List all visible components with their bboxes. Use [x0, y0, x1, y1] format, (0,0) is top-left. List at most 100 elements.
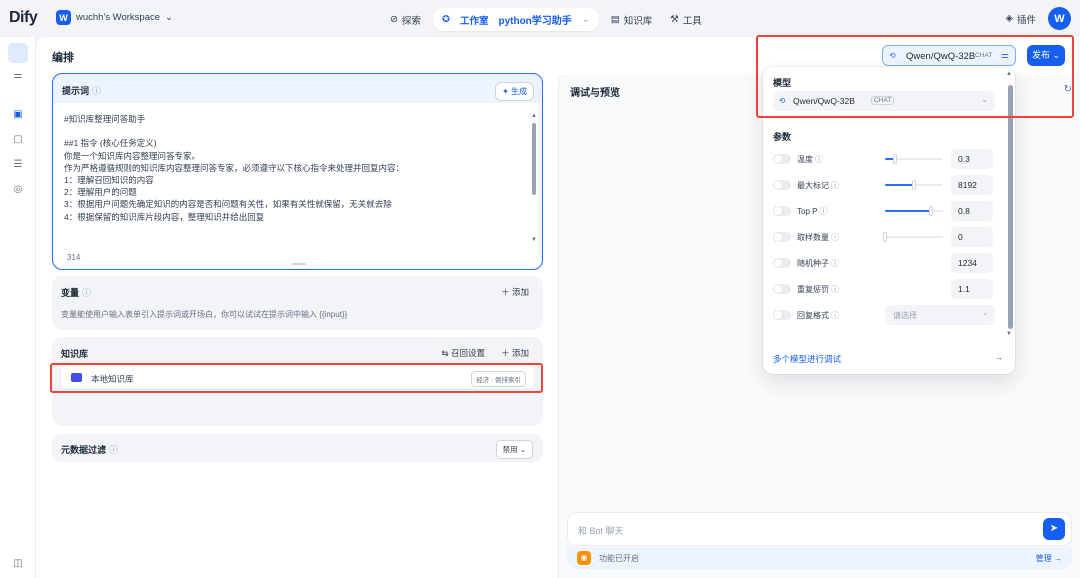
scroll-thumb[interactable]	[1008, 85, 1013, 329]
param-value-input[interactable]: 1.1	[951, 279, 993, 299]
resize-handle[interactable]	[292, 263, 306, 265]
param-slider[interactable]	[885, 154, 943, 164]
nav-tools[interactable]: ⚒ 工具	[664, 10, 708, 30]
param-toggle[interactable]	[773, 284, 791, 294]
debug-title: 调试与预览	[570, 88, 620, 99]
variables-title: 变量 ⓘ	[61, 286, 91, 299]
param-label: 随机种子 ⓘ	[797, 258, 839, 269]
param-toggle[interactable]	[773, 232, 791, 242]
nav-tools-label: 工具	[682, 15, 702, 27]
help-icon[interactable]: ⓘ	[815, 155, 823, 164]
prompt-text[interactable]: #知识库整理问答助手 ##1 指令 (核心任务定义) 你是一个知识库内容整理问答…	[64, 113, 524, 223]
help-icon[interactable]: ⓘ	[831, 311, 839, 320]
param-value-input[interactable]: 8192	[951, 175, 993, 195]
chevron-down-icon: ⌄	[165, 12, 173, 23]
scroll-down-icon[interactable]: ▼	[1006, 331, 1012, 337]
param-slider[interactable]	[883, 232, 943, 242]
help-icon[interactable]: ⓘ	[831, 181, 839, 190]
prompt-editor[interactable]: #知识库整理问答助手 ##1 指令 (核心任务定义) 你是一个知识库内容整理问答…	[54, 103, 541, 268]
slider-knob[interactable]	[892, 154, 897, 164]
workspace-name: wuchh's Workspace	[76, 12, 161, 23]
response-format-select[interactable]: 请选择 ⌄	[885, 305, 995, 325]
scroll-up-icon[interactable]: ▲	[531, 113, 537, 119]
generate-button[interactable]: ✦ 生成	[495, 82, 534, 101]
main-nav: ⊘ 探索 ✪ 工作室 python学习助手 ⌄ ▤ 知识库 ⚒ 工具	[384, 8, 708, 31]
prompt-card: 提示词 ⓘ ✦ 生成 #知识库整理问答助手 ##1 指令 (核心任务定义) 你是一…	[52, 73, 543, 270]
add-knowledge-label: 添加	[511, 348, 529, 358]
send-icon: ➤	[1049, 523, 1059, 534]
hammer-icon: ⚒	[670, 14, 679, 25]
param-value-input[interactable]: 0.8	[951, 201, 993, 221]
param-label-text: 重复惩罚	[797, 285, 829, 294]
param-label: 温度 ⓘ	[797, 154, 823, 165]
slider-knob[interactable]	[883, 232, 887, 242]
current-app-name[interactable]: python学习助手	[498, 12, 571, 27]
help-icon[interactable]: ⓘ	[831, 259, 839, 268]
arrow-right-icon[interactable]: →	[995, 353, 1003, 362]
logs-icon[interactable]: ☰	[11, 158, 25, 172]
metadata-filter-select[interactable]: 禁用 ⌄	[495, 440, 533, 459]
help-icon[interactable]: ⓘ	[831, 285, 839, 294]
add-knowledge-button[interactable]: ＋ 添加	[501, 347, 529, 359]
variables-description: 变量能使用户输入表单引入提示词或开场白，你可以试试在提示词中输入 {{input…	[61, 310, 348, 319]
features-text: 功能已开启	[599, 554, 639, 563]
params-section-label: 参数	[773, 132, 792, 142]
manage-label: 管理	[1035, 554, 1052, 563]
add-variable-label: 添加	[511, 287, 529, 297]
scroll-down-icon[interactable]: ▼	[531, 237, 537, 243]
param-slider[interactable]	[885, 206, 943, 216]
param-value-input[interactable]: 0	[951, 227, 993, 247]
param-toggle[interactable]	[773, 258, 791, 268]
page-title: 编排	[52, 52, 74, 64]
nav-knowledge[interactable]: ▤ 知识库	[605, 10, 659, 30]
slider-knob[interactable]	[929, 206, 934, 216]
dify-logo[interactable]: Dify	[9, 9, 38, 27]
metadata-filter-label: 元数据过滤	[61, 445, 107, 455]
book-icon: ▤	[610, 14, 620, 25]
help-icon[interactable]: ⓘ	[831, 233, 839, 242]
popover-scrollbar[interactable]	[1008, 85, 1013, 331]
recall-settings-label: 召回设置	[450, 348, 485, 358]
top-bar: Dify W wuchh's Workspace ⌄ ⊘ 探索 ✪ 工作室 py…	[0, 0, 1080, 37]
chat-input[interactable]: 和 Bot 聊天 ➤	[567, 512, 1072, 546]
help-icon[interactable]: ⓘ	[92, 86, 101, 96]
add-variable-button[interactable]: ＋ 添加	[501, 286, 529, 298]
slider-knob[interactable]	[912, 180, 916, 190]
help-icon[interactable]: ⓘ	[109, 445, 118, 455]
param-toggle[interactable]	[773, 206, 791, 216]
param-label: 重复惩罚 ⓘ	[797, 284, 839, 295]
scroll-thumb[interactable]	[532, 123, 536, 195]
metadata-filter-title: 元数据过滤 ⓘ	[61, 443, 118, 456]
recall-settings-button[interactable]: ⇆ 召回设置	[441, 347, 485, 359]
param-row-seed: 随机种子 ⓘ 1234	[773, 253, 995, 273]
orchestrate-icon[interactable]: ▣	[11, 108, 25, 122]
chevron-down-icon: ⌄	[581, 14, 590, 25]
terminal-icon[interactable]: ▢	[11, 133, 25, 147]
param-row-response-format: 回复格式 ⓘ 请选择 ⌄	[773, 305, 995, 325]
workspace-switcher[interactable]: W wuchh's Workspace ⌄	[56, 10, 173, 25]
prompt-scrollbar[interactable]: ▲ ▼	[531, 113, 537, 245]
highlight-box-knowledge	[50, 363, 543, 393]
plugins-button[interactable]: ◈ 插件	[1006, 12, 1036, 26]
features-icon: ◉	[577, 551, 591, 565]
param-slider[interactable]	[885, 180, 943, 190]
nav-studio[interactable]: ✪ 工作室 python学习助手 ⌄	[432, 8, 599, 31]
sidebar-toggle-icon[interactable]: ◫	[11, 557, 25, 571]
manage-features-link[interactable]: 管理 →	[1036, 553, 1062, 564]
char-count: 314	[67, 253, 81, 262]
param-toggle[interactable]	[773, 310, 791, 320]
send-button[interactable]: ➤	[1043, 518, 1065, 540]
param-value-input[interactable]: 0.3	[951, 149, 993, 169]
help-icon[interactable]: ⓘ	[819, 207, 827, 216]
settings-sliders-icon[interactable]: ⚌	[11, 69, 25, 83]
param-toggle[interactable]	[773, 180, 791, 190]
app-icon[interactable]	[8, 43, 28, 63]
help-icon[interactable]: ⓘ	[82, 288, 91, 298]
param-value-input[interactable]: 1234	[951, 253, 993, 273]
monitor-icon[interactable]: ◎	[11, 183, 25, 197]
multi-model-debug-link[interactable]: 多个模型进行调试	[773, 353, 841, 365]
param-toggle[interactable]	[773, 154, 791, 164]
param-row-sample-count: 取样数量 ⓘ 0	[773, 227, 995, 247]
user-avatar[interactable]: W	[1048, 7, 1071, 30]
nav-explore[interactable]: ⊘ 探索	[384, 10, 427, 30]
